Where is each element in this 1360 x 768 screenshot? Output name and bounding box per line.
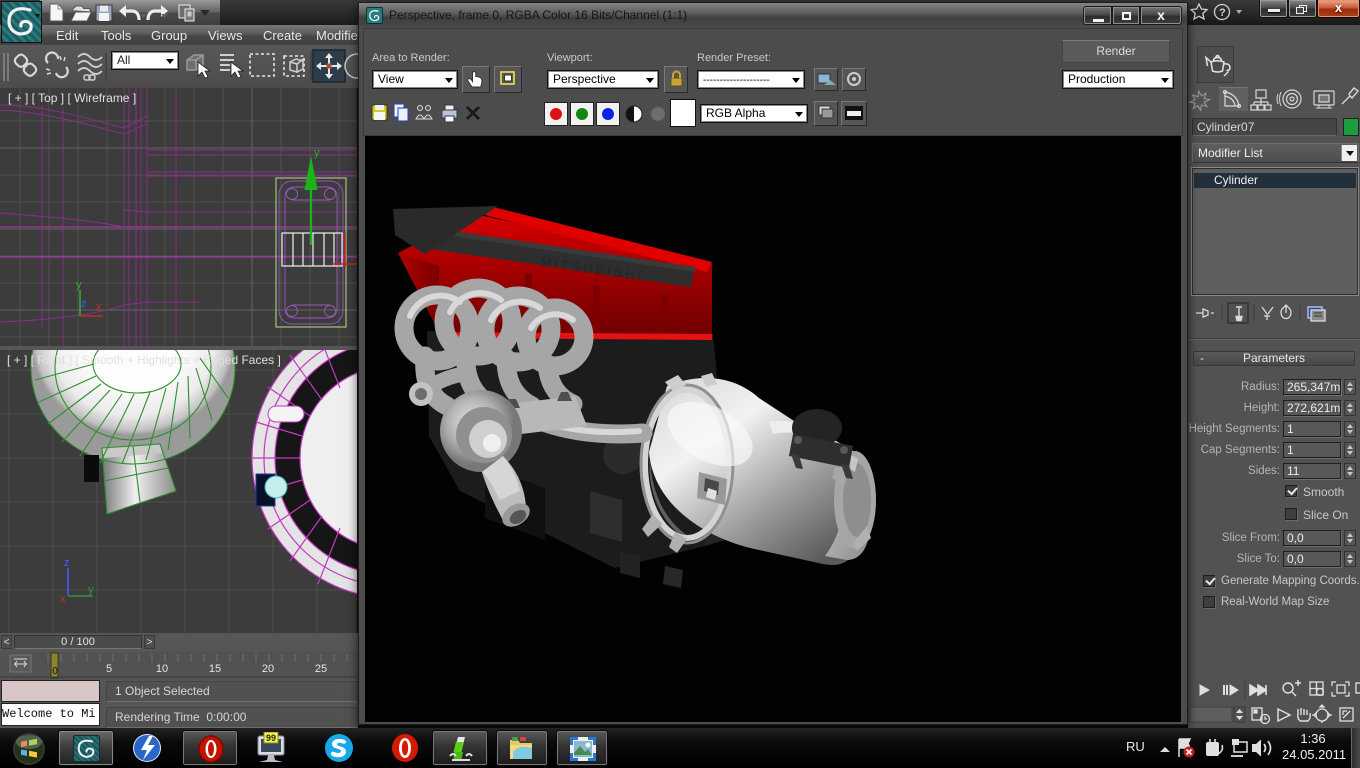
- svg-text:[ + ] [ Top ] [ Wireframe ]: [ + ] [ Top ] [ Wireframe ]: [8, 91, 136, 105]
- svg-text:[ + ] [ Right ] [ Smooth + Hig: [ + ] [ Right ] [ Smooth + Highlights + …: [7, 353, 281, 367]
- svg-text:y: y: [76, 279, 82, 291]
- svg-text:z: z: [64, 557, 70, 569]
- svg-text:5: 5: [106, 663, 112, 675]
- svg-text:20: 20: [262, 663, 274, 675]
- svg-text:15: 15: [209, 663, 221, 675]
- svg-text:x: x: [60, 593, 66, 605]
- svg-text:y: y: [314, 147, 320, 159]
- svg-text:0: 0: [52, 666, 58, 677]
- svg-text:25: 25: [315, 663, 327, 675]
- svg-text:x: x: [96, 301, 102, 313]
- svg-text:y: y: [88, 584, 94, 596]
- svg-text:?: ?: [1219, 7, 1226, 19]
- svg-text:99: 99: [266, 733, 276, 743]
- svg-text:10: 10: [156, 663, 168, 675]
- svg-text:z: z: [81, 298, 87, 310]
